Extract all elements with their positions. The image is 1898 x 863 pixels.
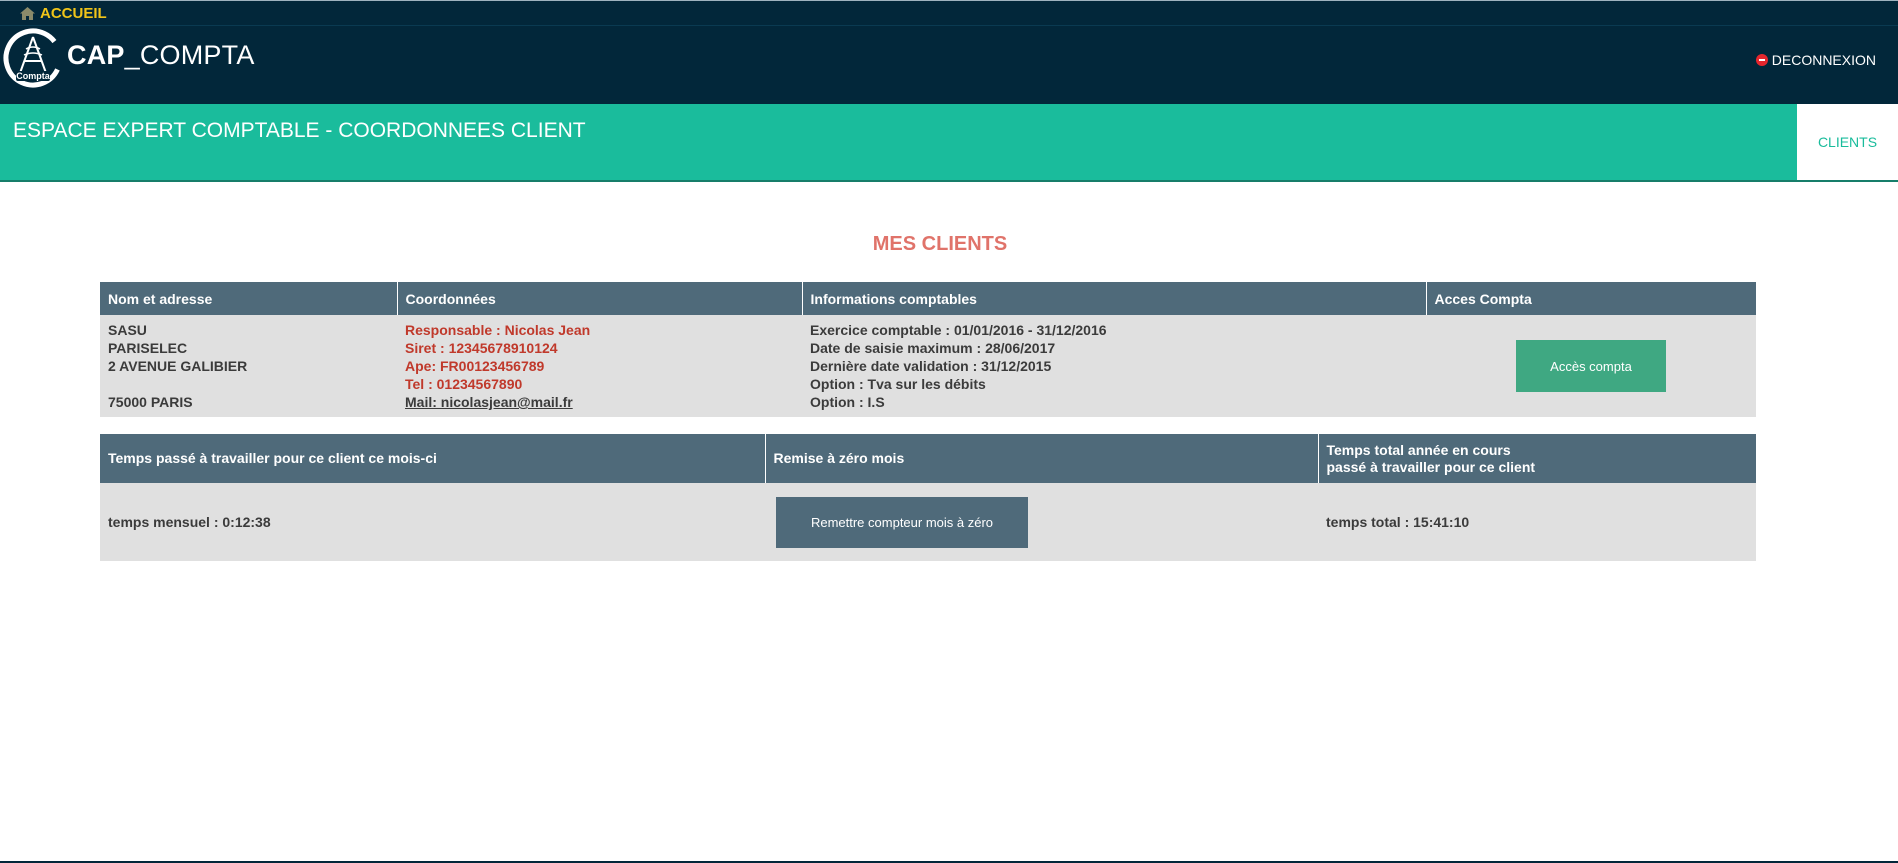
client-table-header: Nom et adresse Coordonnées Informations … — [100, 282, 1756, 315]
page-title: ESPACE EXPERT COMPTABLE - COORDONNEES CL… — [13, 119, 586, 142]
total-time: temps total : 15:41:10 — [1318, 483, 1756, 561]
address-line: PARISELEC — [108, 340, 188, 356]
accounting-line: Dernière date validation : 31/12/2015 — [810, 358, 1052, 374]
address-line: 2 AVENUE GALIBIER — [108, 358, 248, 374]
column-header: Coordonnées — [396, 282, 802, 315]
time-table-header: Temps passé à travailler pour ce client … — [100, 434, 1756, 483]
logout-label: DECONNEXION — [1771, 52, 1876, 68]
access-compta-button[interactable]: Accès compta — [1516, 340, 1666, 392]
column-header: Acces Compta — [1425, 282, 1756, 315]
client-table: Nom et adresse Coordonnées Informations … — [100, 282, 1756, 417]
contact-responsable: Responsable : Nicolas Jean — [405, 322, 591, 338]
accounting-line: Date de saisie maximum : 28/06/2017 — [810, 340, 1056, 356]
contact-tel: Tel : 01234567890 — [405, 376, 523, 392]
top-navbar — [0, 0, 1898, 104]
home-link[interactable]: ACCUEIL — [20, 3, 107, 23]
navbar-separator — [0, 25, 1898, 26]
reset-month-counter-button[interactable]: Remettre compteur mois à zéro — [776, 496, 1028, 548]
home-link-label: ACCUEIL — [40, 4, 107, 22]
time-table: Temps passé à travailler pour ce client … — [100, 434, 1756, 561]
contact-mail-link[interactable]: Mail: nicolasjean@mail.fr — [405, 394, 573, 410]
reset-cell: Remettre compteur mois à zéro — [765, 483, 1318, 561]
address-line: 75000 PARIS — [108, 394, 193, 410]
brand-rest: _COMPTA — [124, 40, 255, 70]
column-header: Temps passé à travailler pour ce client … — [100, 434, 765, 483]
client-access-cell: Accès compta — [1426, 315, 1756, 417]
column-header-line: Temps total année en cours — [1326, 441, 1511, 458]
table-row: SASU PARISELEC 2 AVENUE GALIBIER 75000 P… — [100, 315, 1756, 417]
contact-siret: Siret : 12345678910124 — [405, 340, 558, 356]
accounting-line: Option : I.S — [810, 394, 885, 410]
brand-name: CAP_COMPTA — [67, 40, 255, 71]
column-header: Temps total année en cours passé à trava… — [1317, 434, 1756, 483]
tab-clients[interactable]: CLIENTS — [1797, 104, 1898, 180]
accounting-line: Exercice comptable : 01/01/2016 - 31/12/… — [810, 322, 1107, 338]
column-header: Informations comptables — [801, 282, 1426, 315]
logout-button[interactable]: DECONNEXION — [1755, 52, 1876, 68]
logout-icon — [1755, 54, 1768, 66]
contact-ape: Ape: FR00123456789 — [405, 358, 545, 374]
brand-bold: CAP — [67, 40, 125, 70]
column-header: Remise à zéro mois — [764, 434, 1318, 483]
client-accounting-cell: Exercice comptable : 01/01/2016 - 31/12/… — [802, 315, 1426, 417]
header-bottom-border — [0, 180, 1898, 182]
monthly-time: temps mensuel : 0:12:38 — [100, 483, 765, 561]
address-line: SASU — [108, 322, 147, 338]
accounting-line: Option : Tva sur les débits — [810, 376, 986, 392]
logo-text: Compta — [16, 71, 50, 81]
top-border — [0, 0, 1898, 1]
column-header-line: passé à travailler pour ce client — [1326, 458, 1536, 475]
home-icon — [20, 6, 35, 20]
table-row: temps mensuel : 0:12:38 Remettre compteu… — [100, 483, 1756, 561]
client-contact-cell: Responsable : Nicolas Jean Siret : 12345… — [397, 315, 802, 417]
section-title: MES CLIENTS — [872, 233, 1008, 255]
cap-compta-logo: Compta — [3, 28, 63, 88]
column-header: Nom et adresse — [100, 282, 397, 315]
address-line — [108, 375, 389, 393]
client-address-cell: SASU PARISELEC 2 AVENUE GALIBIER 75000 P… — [100, 315, 397, 417]
